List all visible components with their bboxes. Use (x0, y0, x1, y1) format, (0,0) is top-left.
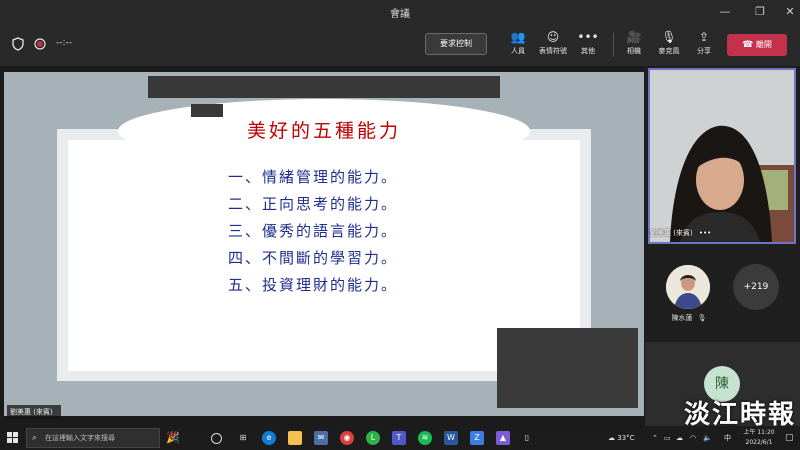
request-control-button[interactable]: 要求控制 (425, 33, 487, 55)
taskbar-search-input[interactable]: ⌕ 在這裡輸入文字來搜尋 (26, 428, 160, 448)
wifi-icon[interactable]: ◠ (690, 426, 696, 450)
spotify-icon[interactable]: ≋ (418, 431, 432, 445)
more-participants-button[interactable]: +219 (733, 264, 779, 310)
main-participant-name: 劉美惠 (來賓) ••• (650, 228, 790, 238)
window-title: 會議 (390, 9, 410, 20)
notification-icon[interactable]: ▢ (785, 426, 794, 450)
slide-line-4: 四、不間斷的學習力。 (228, 249, 399, 267)
mail-icon[interactable]: ✉ (314, 431, 328, 445)
device-icon[interactable]: ▯ (520, 431, 534, 445)
participant-name-row: 陳水蓮 🎙 (659, 313, 719, 323)
search-icon: ⌕ (32, 433, 38, 443)
maximize-button[interactable]: ❐ (745, 0, 775, 24)
line-icon[interactable]: L (366, 431, 380, 445)
search-placeholder: 在這裡輸入文字來搜尋 (45, 434, 115, 442)
mic-off-icon: 🎙 (661, 30, 677, 44)
volume-icon[interactable]: 🔈 (703, 426, 712, 450)
app-icon[interactable]: Z (470, 431, 484, 445)
slide-title: 美好的五種能力 (246, 120, 401, 142)
tray-overflow-icon[interactable]: ⌃ (652, 426, 658, 450)
main-participant-video[interactable] (648, 68, 796, 244)
task-view-icon[interactable] (211, 433, 222, 444)
clock-time: 上午 11:20 (743, 429, 775, 436)
network-icon[interactable]: ▭ (664, 426, 671, 450)
participant-photo (666, 265, 710, 309)
slide-line-5: 五、投資理財的能力。 (228, 276, 399, 294)
share-icon: ⇪ (698, 30, 710, 44)
cloud-icon: ☁ (608, 434, 615, 442)
meeting-timer: --:-- (56, 38, 73, 48)
teams-icon[interactable]: T (392, 431, 406, 445)
mic-muted-icon: 🎙 (697, 314, 707, 322)
participant-video-image (650, 70, 794, 242)
close-button[interactable]: ✕ (775, 0, 800, 24)
teams-meeting-icon[interactable]: ▲ (496, 431, 510, 445)
people-icon: 👥 (510, 30, 526, 44)
weather-widget[interactable]: ☁ 33°C (608, 426, 635, 450)
self-video-preview[interactable] (497, 328, 638, 408)
slide-header-bar (148, 76, 500, 98)
slide-line-3: 三、優秀的語言能力。 (228, 222, 399, 240)
chrome-icon[interactable]: ◉ (340, 431, 354, 445)
search-highlight-icon[interactable]: 🎉 (166, 431, 180, 445)
reactions-icon: ☺ (546, 30, 560, 44)
recording-icon (34, 38, 46, 50)
clock-date: 2022/6/1 (745, 439, 773, 446)
taskbar: ⌕ 在這裡輸入文字來搜尋 🎉 ⊞ e ✉ ◉ L T ≋ W Z ▲ ▯ ☁ 3… (0, 426, 800, 450)
minimize-button[interactable]: — (710, 0, 740, 24)
taskbar-clock[interactable]: 上午 11:20 2022/6/1 (737, 428, 781, 448)
file-explorer-icon[interactable] (288, 431, 302, 445)
camera-button[interactable]: 🎥 相機 (617, 28, 651, 62)
leave-button[interactable]: ☎ 離開 (727, 34, 787, 56)
meeting-toolbar: --:-- 要求控制 👥 人員 ☺ 表情符號 ••• 其他 🎥 相機 🎙 麥克風… (0, 24, 800, 66)
slide-line-2: 二、正向思考的能力。 (228, 195, 399, 213)
people-button[interactable]: 👥 人員 (501, 28, 535, 62)
leave-label: 離開 (755, 40, 772, 49)
share-label: 分享 (697, 47, 711, 55)
onedrive-icon[interactable]: ☁ (676, 426, 683, 450)
mic-button[interactable]: 🎙 麥克風 (652, 28, 686, 62)
participant-avatar[interactable] (666, 265, 710, 309)
presenter-name-tag: 劉美惠 (來賓) (7, 405, 61, 419)
reactions-button[interactable]: ☺ 表情符號 (536, 28, 570, 62)
camera-off-icon: 🎥 (626, 30, 642, 44)
ime-indicator[interactable]: 中 (724, 426, 731, 450)
phone-hangup-icon: ☎ (742, 40, 754, 50)
share-button[interactable]: ⇪ 分享 (687, 28, 721, 62)
widgets-icon[interactable]: ⊞ (236, 431, 250, 445)
main-participant-name-text: 劉美惠 (來賓) (650, 229, 693, 237)
word-icon[interactable]: W (444, 431, 458, 445)
shield-icon[interactable] (12, 37, 24, 51)
edge-icon[interactable]: e (262, 431, 276, 445)
more-actions-button[interactable]: ••• 其他 (571, 28, 605, 62)
participant-more-icon[interactable]: ••• (699, 229, 711, 237)
more-icon: ••• (577, 30, 599, 44)
more-label: 其他 (581, 47, 595, 55)
windows-start-icon[interactable] (7, 432, 19, 444)
weather-temp: 33°C (617, 434, 635, 442)
title-bar: 會議 — ❐ ✕ (0, 0, 800, 24)
participant-name: 陳水蓮 (671, 314, 693, 322)
slide-line-1: 一、情緒管理的能力。 (228, 168, 399, 186)
